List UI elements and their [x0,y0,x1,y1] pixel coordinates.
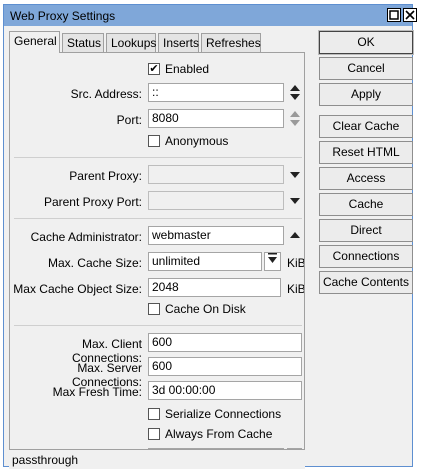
web-proxy-settings-window: Web Proxy Settings General Status Lookup… [3,4,417,469]
max-cache-object-size-label: Max Cache Object Size: [13,282,142,296]
max-fresh-time-field[interactable]: 3d 00:00:00 [148,381,302,400]
serialize-connections-label: Serialize Connections [165,407,282,421]
maximize-button[interactable] [387,8,401,22]
direct-button[interactable]: Direct [319,219,413,242]
max-cache-size-dropdown-button[interactable] [264,252,281,271]
max-server-connections-field[interactable]: 600 [148,357,302,376]
anonymous-label: Anonymous [165,134,229,148]
tab-general[interactable]: General [9,31,60,53]
cancel-button[interactable]: Cancel [319,57,413,80]
access-button[interactable]: Access [319,167,413,190]
tab-status[interactable]: Status [62,33,104,53]
maximize-icon [389,10,399,20]
cache-button[interactable]: Cache [319,193,413,216]
serialize-connections-checkbox[interactable] [148,408,160,420]
max-cache-object-size-unit: KiB [287,282,305,296]
status-bar: passthrough [9,449,305,469]
parent-proxy-dropdown-icon[interactable] [289,165,301,184]
cache-on-disk-checkbox[interactable] [148,303,160,315]
separator [14,325,302,326]
max-cache-size-field[interactable]: unlimited [148,252,262,271]
close-button[interactable] [403,8,417,22]
max-client-connections-field[interactable]: 600 [148,333,302,352]
max-fresh-time-label: Max Fresh Time: [52,385,142,399]
always-from-cache-label: Always From Cache [165,427,273,441]
enabled-label: Enabled [165,62,210,76]
close-icon [405,10,415,20]
port-field[interactable]: 8080 [148,109,284,128]
port-label: Port: [116,113,142,127]
separator [14,157,302,158]
anonymous-checkbox[interactable] [148,135,160,147]
separator [14,218,302,219]
parent-proxy-port-dropdown-icon[interactable] [289,191,301,210]
title-bar[interactable]: Web Proxy Settings [4,5,417,26]
tab-refreshes[interactable]: Refreshes [201,33,261,53]
reset-html-button[interactable]: Reset HTML [319,141,413,164]
cache-administrator-collapse-icon[interactable] [289,226,301,245]
apply-button[interactable]: Apply [319,83,413,106]
tab-inserts[interactable]: Inserts [158,33,199,53]
connections-button[interactable]: Connections [319,245,413,268]
max-cache-size-label: Max. Cache Size: [47,256,142,270]
cache-contents-button[interactable]: Cache Contents [319,271,413,294]
chevron-down-icon [268,253,277,263]
window-title: Web Proxy Settings [10,9,116,23]
ok-button[interactable]: OK [318,30,414,55]
clear-cache-button[interactable]: Clear Cache [319,115,413,138]
src-address-field[interactable]: :: [148,83,284,102]
always-from-cache-checkbox[interactable] [148,428,160,440]
max-cache-object-size-field[interactable]: 2048 [148,278,281,297]
parent-proxy-label: Parent Proxy: [69,169,142,183]
general-tab-panel: ✔ Enabled Src. Address: :: Port: 8080 An… [9,52,305,468]
src-address-updown-icon[interactable] [289,83,301,102]
cache-on-disk-label: Cache On Disk [165,302,246,316]
tab-lookups[interactable]: Lookups [106,33,156,53]
cache-administrator-field[interactable]: webmaster [148,226,284,245]
max-cache-size-unit: KiB [287,256,305,270]
enabled-checkbox[interactable]: ✔ [148,63,160,75]
parent-proxy-port-label: Parent Proxy Port: [43,195,142,209]
parent-proxy-port-field[interactable] [148,191,284,210]
parent-proxy-field[interactable] [148,165,284,184]
cache-administrator-label: Cache Administrator: [30,230,142,244]
src-address-label: Src. Address: [70,87,142,101]
port-updown-icon[interactable] [289,109,301,128]
